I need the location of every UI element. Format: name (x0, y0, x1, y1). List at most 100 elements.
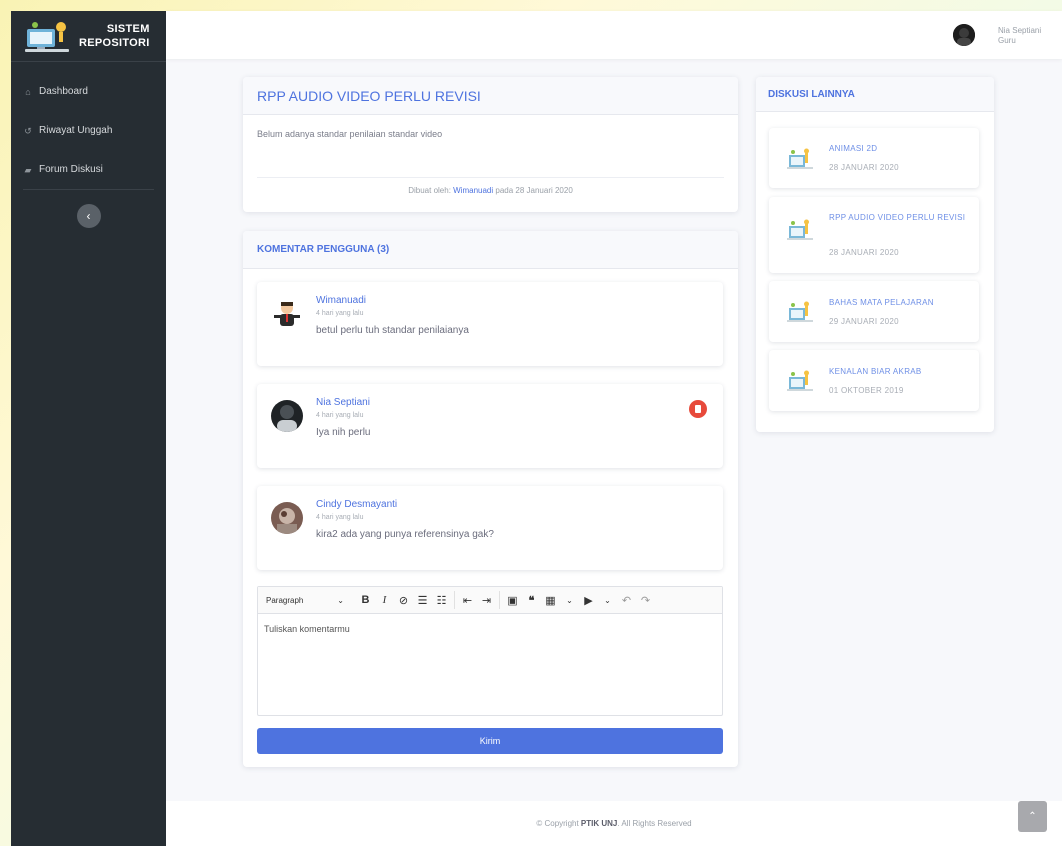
chevron-down-icon: ⌄ (337, 595, 344, 605)
discussion-item[interactable]: KENALAN BIAR AKRAB 01 OKTOBER 2019 (769, 350, 979, 411)
discussion-title[interactable]: RPP AUDIO VIDEO PERLU REVISI (829, 210, 967, 226)
sidebar: SISTEM REPOSITORI ⌂ Dashboard ↺ Riwayat … (11, 11, 166, 846)
user-name: Nia Septiani (998, 26, 1042, 35)
comment-time: 4 hari yang lalu (316, 412, 364, 419)
discussion-icon (787, 147, 813, 171)
toolbar-divider (499, 591, 500, 609)
footer: © Copyright PTIK UNJ. All Rights Reserve… (166, 801, 1062, 846)
comment-author[interactable]: Nia Septiani (316, 397, 370, 408)
other-discussions-header: DISKUSI LAINNYA (756, 77, 994, 112)
italic-button[interactable]: I (375, 594, 394, 606)
sidebar-item-riwayat-unggah[interactable]: ↺ Riwayat Unggah (11, 111, 166, 150)
discussion-icon (787, 369, 813, 393)
indent-icon[interactable]: ⇥ (477, 594, 496, 607)
topbar: Nia Septiani Guru (166, 11, 1062, 59)
undo-icon[interactable]: ↶ (617, 594, 636, 607)
link-icon[interactable]: ⊘ (394, 594, 413, 607)
format-select[interactable]: Paragraph ⌄ (266, 596, 356, 605)
footer-suffix: . All Rights Reserved (617, 819, 692, 828)
numbered-list-icon[interactable]: ☷ (432, 594, 451, 607)
comment-author[interactable]: Cindy Desmayanti (316, 499, 397, 510)
post-body: Belum adanya standar penilaian standar v… (257, 129, 443, 139)
comments-card: KOMENTAR PENGGUNA (3) Wimanuadi 4 hari y… (243, 231, 738, 767)
format-select-value: Paragraph (266, 595, 304, 605)
media-icon[interactable]: ▶ (579, 594, 598, 607)
discussion-date: 01 OKTOBER 2019 (829, 386, 904, 395)
discussion-date: 28 JANUARI 2020 (829, 248, 899, 257)
discussion-title[interactable]: KENALAN BIAR AKRAB (829, 364, 967, 380)
sidebar-item-forum-diskusi[interactable]: ▰ Forum Diskusi (11, 150, 166, 189)
brand-title: SISTEM REPOSITORI (79, 22, 150, 50)
bulleted-list-icon[interactable]: ☰ (413, 594, 432, 607)
scroll-to-top-button[interactable]: ⌃ (1018, 801, 1047, 832)
avatar (271, 502, 303, 534)
chevron-down-icon[interactable]: ⌄ (560, 596, 579, 605)
footer-prefix: © Copyright (536, 819, 581, 828)
outdent-icon[interactable]: ⇤ (458, 594, 477, 607)
comment-input[interactable]: Tuliskan komentarmu (258, 614, 722, 644)
app-frame: SISTEM REPOSITORI ⌂ Dashboard ↺ Riwayat … (11, 11, 1062, 846)
sidebar-item-label: Riwayat Unggah (39, 125, 113, 136)
chat-icon: ▰ (24, 164, 32, 175)
brand[interactable]: SISTEM REPOSITORI (11, 11, 166, 62)
avatar (271, 298, 303, 330)
post-author-link[interactable]: Wimanuadi (453, 186, 493, 195)
sidebar-item-label: Dashboard (39, 86, 88, 97)
post-header: RPP AUDIO VIDEO PERLU REVISI (243, 77, 738, 115)
user-role: Guru (998, 36, 1016, 45)
redo-icon[interactable]: ↷ (636, 594, 655, 607)
other-discussions-title: DISKUSI LAINNYA (768, 88, 855, 100)
editor-toolbar: Paragraph ⌄ B I ⊘ ☰ ☷ ⇤ ⇥ ▣ ❝ ▦ ⌄ ▶ ⌄ ↶ … (258, 587, 722, 614)
post-card: RPP AUDIO VIDEO PERLU REVISI Belum adany… (243, 77, 738, 212)
table-icon[interactable]: ▦ (541, 594, 560, 607)
comment-item: Nia Septiani 4 hari yang lalu Iya nih pe… (257, 384, 723, 468)
history-icon: ↺ (24, 125, 32, 136)
chevron-down-icon[interactable]: ⌄ (598, 596, 617, 605)
trash-icon (695, 405, 701, 413)
comment-time: 4 hari yang lalu (316, 310, 364, 317)
sidebar-item-label: Forum Diskusi (39, 164, 103, 175)
discussion-date: 28 JANUARI 2020 (829, 163, 899, 172)
discussion-date: 29 JANUARI 2020 (829, 317, 899, 326)
avatar (271, 400, 303, 432)
sidebar-item-dashboard[interactable]: ⌂ Dashboard (11, 72, 166, 111)
discussion-item[interactable]: BAHAS MATA PELAJARAN 29 JANUARI 2020 (769, 281, 979, 342)
discussion-title[interactable]: ANIMASI 2D (829, 141, 967, 157)
user-avatar[interactable] (953, 24, 975, 46)
user-info[interactable]: Nia Septiani Guru (998, 26, 1041, 46)
sidebar-divider (23, 189, 154, 190)
comment-editor: Paragraph ⌄ B I ⊘ ☰ ☷ ⇤ ⇥ ▣ ❝ ▦ ⌄ ▶ ⌄ ↶ … (257, 586, 723, 716)
discussion-icon (787, 218, 813, 242)
submit-comment-button[interactable]: Kirim (257, 728, 723, 754)
comment-time: 4 hari yang lalu (316, 514, 364, 521)
comment-author[interactable]: Wimanuadi (316, 295, 366, 306)
home-icon: ⌂ (25, 86, 31, 97)
sidebar-toggle-button[interactable]: ‹ (76, 204, 101, 228)
comments-header: KOMENTAR PENGGUNA (3) (243, 231, 738, 269)
other-discussions-card: DISKUSI LAINNYA ANIMASI 2D 28 JANUARI 20… (756, 77, 994, 432)
discussion-item[interactable]: ANIMASI 2D 28 JANUARI 2020 (769, 128, 979, 188)
footer-brand: PTIK UNJ (580, 819, 618, 828)
discussion-title[interactable]: BAHAS MATA PELAJARAN (829, 295, 967, 311)
brand-line2: REPOSITORI (79, 37, 150, 49)
comment-item: Cindy Desmayanti 4 hari yang lalu kira2 … (257, 486, 723, 570)
post-meta: Dibuat oleh: Wimanuadi pada 28 Januari 2… (257, 177, 724, 195)
quote-icon[interactable]: ❝ (522, 594, 541, 607)
delete-comment-button[interactable] (689, 400, 707, 418)
chevron-left-icon: ‹ (86, 209, 91, 223)
image-icon[interactable]: ▣ (503, 594, 522, 607)
comment-text: betul perlu tuh standar penilaianya (316, 325, 469, 336)
brand-line1: SISTEM (106, 23, 150, 35)
sidebar-nav: ⌂ Dashboard ↺ Riwayat Unggah ▰ Forum Dis… (11, 72, 166, 228)
chevron-up-icon: ⌃ (1028, 811, 1037, 822)
bold-button[interactable]: B (356, 594, 375, 606)
post-meta-date: pada 28 Januari 2020 (493, 186, 573, 195)
comments-title: KOMENTAR PENGGUNA (3) (257, 244, 390, 255)
discussion-item[interactable]: RPP AUDIO VIDEO PERLU REVISI 28 JANUARI … (769, 197, 979, 273)
post-title: RPP AUDIO VIDEO PERLU REVISI (257, 87, 481, 104)
comment-item: Wimanuadi 4 hari yang lalu betul perlu t… (257, 282, 723, 366)
comment-text: Iya nih perlu (316, 427, 371, 438)
repository-logo-icon (23, 19, 71, 53)
post-meta-prefix: Dibuat oleh: (408, 186, 454, 195)
toolbar-divider (454, 591, 455, 609)
